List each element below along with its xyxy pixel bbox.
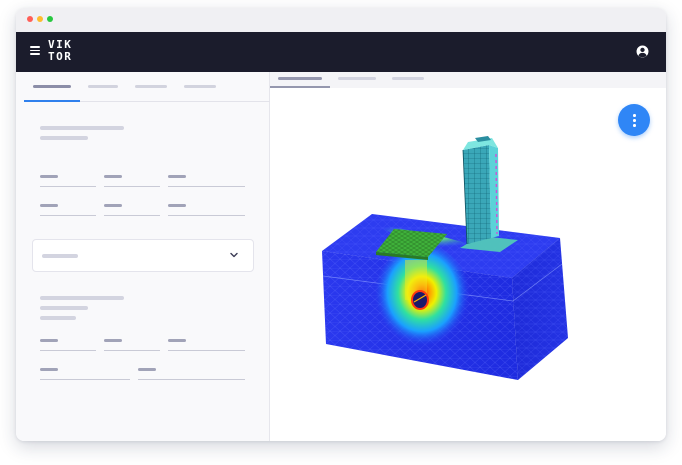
active-tab-indicator (24, 100, 80, 102)
field-label (168, 204, 186, 207)
field-input[interactable] (40, 186, 96, 187)
hamburger-icon[interactable] (30, 46, 40, 55)
logo-line-2: TOR (48, 50, 73, 63)
more-vertical-icon-dot (633, 124, 636, 127)
field-input[interactable] (104, 350, 160, 351)
field-input[interactable] (168, 186, 245, 187)
minimize-window-button[interactable] (37, 16, 43, 22)
user-circle-icon[interactable] (636, 45, 649, 58)
tab-1[interactable] (33, 85, 71, 88)
close-window-button[interactable] (27, 16, 33, 22)
chevron-down-icon (230, 252, 238, 258)
field-label (168, 339, 186, 342)
field-input[interactable] (138, 379, 245, 380)
field-input[interactable] (40, 379, 130, 380)
field-label (104, 339, 122, 342)
field-input[interactable] (168, 350, 245, 351)
viktor-logo[interactable]: VIK TOR (48, 39, 72, 63)
field-input[interactable] (104, 215, 160, 216)
parameter-tabs (24, 72, 270, 102)
field-input[interactable] (104, 186, 160, 187)
parameters-panel (16, 72, 270, 441)
app-window: VIK TOR (16, 8, 666, 441)
tab-2[interactable] (88, 85, 118, 88)
section-title-placeholder (40, 296, 124, 300)
field-label (104, 175, 122, 178)
section-subtitle-placeholder (40, 306, 88, 310)
tower-grid (463, 145, 491, 244)
field-label (168, 175, 186, 178)
more-options-button[interactable] (618, 104, 650, 136)
tab-3[interactable] (135, 85, 167, 88)
tunnel-section (411, 290, 429, 310)
tower-building (462, 136, 499, 245)
field-label (40, 175, 58, 178)
select-value-placeholder (42, 254, 78, 258)
select-dropdown[interactable] (32, 239, 254, 272)
view-tab-2[interactable] (338, 77, 376, 80)
soil-block (322, 214, 568, 380)
section-title-placeholder (40, 126, 124, 130)
maximize-window-button[interactable] (47, 16, 53, 22)
tab-4[interactable] (184, 85, 216, 88)
field-label (40, 339, 58, 342)
view-tabs (270, 72, 666, 88)
section-subtitle-placeholder (40, 136, 88, 140)
section-subtitle-placeholder (40, 316, 76, 320)
view-panel (270, 72, 666, 441)
more-vertical-icon (633, 114, 636, 117)
view-tab-3[interactable] (392, 77, 424, 80)
field-label (40, 204, 58, 207)
field-label (104, 204, 122, 207)
field-input[interactable] (40, 350, 96, 351)
more-vertical-icon-dot (633, 119, 636, 122)
field-label (138, 368, 156, 371)
view-tab-1[interactable] (278, 77, 322, 80)
fem-3d-model[interactable] (270, 88, 666, 441)
field-input[interactable] (168, 215, 245, 216)
field-input[interactable] (40, 215, 96, 216)
field-label (40, 368, 58, 371)
title-bar (16, 8, 666, 32)
app-header: VIK TOR (16, 32, 666, 72)
